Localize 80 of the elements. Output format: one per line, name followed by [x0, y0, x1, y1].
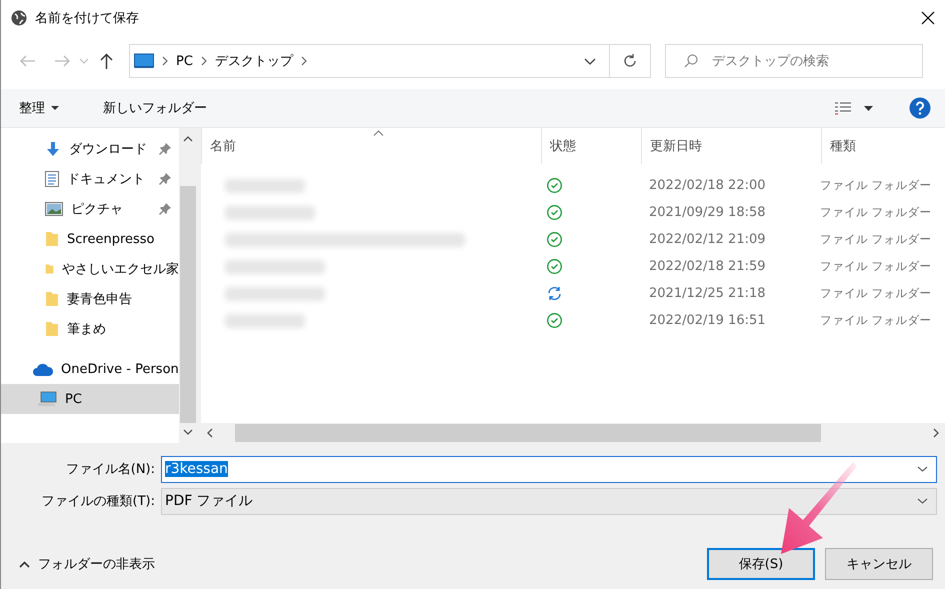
- modified-date: 2021/09/29 18:58: [648, 205, 767, 220]
- sidebar-item[interactable]: ピクチャ: [1, 194, 179, 224]
- save-button[interactable]: 保存(S): [707, 548, 815, 580]
- sidebar-item[interactable]: ドキュメント: [1, 164, 179, 194]
- chevron-down-icon[interactable]: [584, 58, 596, 64]
- modified-date: 2022/02/19 16:51: [648, 313, 767, 328]
- search-field[interactable]: デスクトップの検索: [665, 44, 923, 78]
- globe-icon: [11, 10, 27, 26]
- breadcrumb[interactable]: デスクトップ: [214, 52, 293, 70]
- scrollbar-thumb[interactable]: [180, 186, 196, 423]
- sidebar-item[interactable]: PC: [1, 384, 179, 414]
- pin-icon[interactable]: [159, 203, 171, 215]
- chevron-down-icon[interactable]: [917, 466, 928, 472]
- scroll-down-icon[interactable]: [183, 429, 193, 435]
- column-header[interactable]: 種類: [821, 128, 945, 164]
- modified-date: 2022/02/18 22:00: [648, 178, 767, 193]
- column-header[interactable]: 更新日時: [641, 128, 821, 164]
- filename-field[interactable]: r3kessan: [161, 456, 937, 482]
- folder-icon: [45, 291, 59, 307]
- chevron-right-icon: [162, 56, 168, 66]
- filetype-dropdown[interactable]: PDF ファイル: [161, 488, 937, 514]
- sidebar-item[interactable]: 妻青色申告: [1, 284, 179, 314]
- sort-caret-icon: [373, 130, 384, 136]
- modified-date: 2022/02/18 21:59: [648, 259, 767, 274]
- file-type: ファイル フォルダー: [819, 313, 933, 328]
- chevron-down-icon[interactable]: [917, 498, 928, 504]
- check-circle-icon: [547, 259, 562, 274]
- search-icon: [684, 54, 698, 68]
- file-type: ファイル フォルダー: [819, 286, 933, 301]
- file-type: ファイル フォルダー: [819, 259, 933, 274]
- folder-icon: [45, 321, 59, 337]
- help-icon[interactable]: [909, 97, 931, 119]
- computer-icon: [37, 391, 57, 407]
- cancel-button[interactable]: キャンセル: [825, 548, 933, 580]
- breadcrumb[interactable]: PC: [176, 54, 193, 68]
- file-type: ファイル フォルダー: [819, 178, 933, 193]
- up-arrow-icon[interactable]: [100, 53, 112, 69]
- view-options-icon[interactable]: [834, 101, 852, 115]
- cloud-icon: [33, 362, 53, 376]
- file-type: ファイル フォルダー: [819, 205, 933, 220]
- column-header[interactable]: 名前: [201, 128, 541, 164]
- file-type: ファイル フォルダー: [819, 232, 933, 247]
- sidebar-item[interactable]: OneDrive - Person: [1, 354, 179, 384]
- pin-icon[interactable]: [159, 143, 171, 155]
- chevron-right-icon[interactable]: [300, 56, 307, 66]
- new-folder-button[interactable]: 新しいフォルダー: [99, 97, 211, 119]
- filetype-label: ファイルの種類(T):: [40, 493, 156, 510]
- sidebar-item[interactable]: 筆まめ: [1, 314, 179, 344]
- filename-label: ファイル名(N):: [64, 461, 156, 478]
- organize-menu-button[interactable]: 整理: [15, 97, 63, 119]
- scroll-up-icon[interactable]: [183, 136, 193, 142]
- sidebar-item[interactable]: Screenpresso: [1, 224, 179, 254]
- sync-arrows-icon: [547, 286, 562, 301]
- sidebar-item[interactable]: ダウンロード: [1, 134, 179, 164]
- chevron-up-icon: [19, 560, 30, 568]
- column-header[interactable]: 状態: [541, 128, 641, 164]
- monitor-icon: [134, 53, 154, 69]
- check-circle-icon: [547, 178, 562, 193]
- caret-icon[interactable]: [864, 106, 873, 110]
- modified-date: 2021/12/25 21:18: [648, 286, 767, 301]
- address-bar[interactable]: PC デスクトップ: [129, 44, 651, 78]
- chevron-right-icon: [200, 56, 207, 66]
- sidebar-item[interactable]: やさしいエクセル家: [1, 254, 179, 284]
- scroll-left-icon[interactable]: [207, 428, 213, 438]
- check-circle-icon: [547, 232, 562, 247]
- modified-date: 2022/02/12 21:09: [648, 232, 767, 247]
- window-title: 名前を付けて保存: [35, 10, 140, 27]
- refresh-icon[interactable]: [622, 53, 638, 69]
- caret-icon: [51, 106, 59, 110]
- scrollbar-thumb[interactable]: [235, 424, 821, 442]
- close-icon[interactable]: [921, 11, 935, 25]
- folder-icon: [45, 231, 59, 247]
- pin-icon[interactable]: [159, 173, 171, 185]
- download-arrow-icon: [45, 141, 61, 157]
- scroll-right-icon[interactable]: [933, 428, 939, 438]
- check-circle-icon: [547, 313, 562, 328]
- check-circle-icon: [547, 205, 562, 220]
- document-icon: [45, 171, 59, 187]
- picture-icon: [45, 202, 63, 216]
- hide-folders-button[interactable]: フォルダーの非表示: [13, 554, 161, 574]
